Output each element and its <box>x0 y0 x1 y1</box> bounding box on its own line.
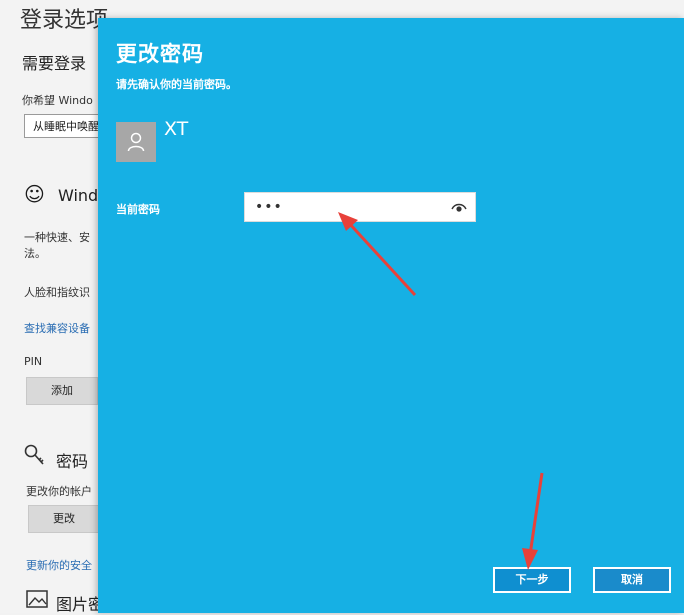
picture-icon <box>26 590 48 612</box>
change-password-dialog: 更改密码 请先确认你的当前密码。 XT 当前密码 ••• 下一步 取消 <box>98 18 684 613</box>
password-change-button[interactable]: 更改 <box>28 505 100 533</box>
require-signin-desc: 你希望 Windo <box>22 94 93 107</box>
avatar <box>116 122 156 162</box>
dialog-title: 更改密码 <box>116 42 204 66</box>
user-icon <box>127 132 145 152</box>
current-password-input[interactable]: ••• <box>244 192 476 222</box>
key-icon <box>24 444 46 472</box>
username: XT <box>164 118 189 140</box>
smiley-icon: ☺ <box>24 182 45 206</box>
picture-password-title: 图片密 <box>56 595 105 614</box>
pin-label: PIN <box>24 355 43 368</box>
pin-add-button[interactable]: 添加 <box>26 377 98 405</box>
face-fingerprint-text: 人脸和指纹识 <box>24 286 90 299</box>
windows-hello-desc-1: 一种快速、安 <box>24 231 90 244</box>
cancel-button[interactable]: 取消 <box>593 567 671 593</box>
windows-hello-desc-2: 法。 <box>24 247 46 260</box>
password-dots: ••• <box>255 199 283 215</box>
windows-hello-title: Wind <box>58 186 99 205</box>
password-desc: 更改你的帐户 <box>26 485 92 498</box>
current-password-label: 当前密码 <box>116 203 160 216</box>
page-title: 登录选项 <box>20 8 109 33</box>
dialog-subtitle: 请先确认你的当前密码。 <box>116 78 237 91</box>
next-button[interactable]: 下一步 <box>493 567 571 593</box>
security-link[interactable]: 更新你的安全 <box>26 557 92 573</box>
require-signin-title: 需要登录 <box>22 54 87 73</box>
reveal-password-icon[interactable] <box>451 202 467 214</box>
password-title: 密码 <box>56 452 89 471</box>
find-devices-link[interactable]: 查找兼容设备 <box>24 320 90 336</box>
